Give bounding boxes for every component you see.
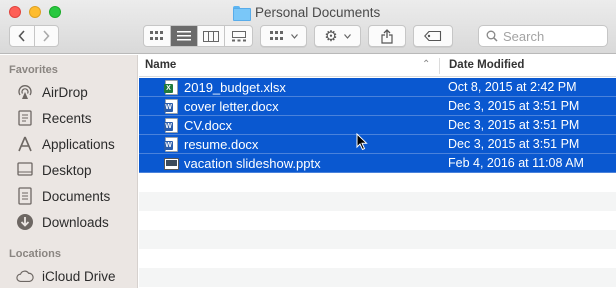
gear-icon: ⚙ bbox=[324, 27, 338, 45]
desktop-icon bbox=[16, 161, 34, 179]
chevron-right-icon bbox=[43, 30, 50, 42]
word-file-icon: W bbox=[164, 99, 178, 114]
chevron-down-icon bbox=[290, 33, 298, 39]
folder-icon bbox=[233, 5, 251, 21]
chevron-down-icon bbox=[343, 33, 351, 39]
column-view-button[interactable] bbox=[198, 26, 225, 46]
documents-icon bbox=[16, 187, 34, 205]
file-list: Name ⌃ Date Modified X 2019_budget.xlsx … bbox=[139, 55, 616, 288]
sidebar-item-icloud-drive[interactable]: iCloud Drive bbox=[16, 265, 116, 287]
column-header: Name ⌃ Date Modified bbox=[139, 55, 616, 77]
sidebar-item-desktop[interactable]: Desktop bbox=[16, 159, 92, 181]
action-menu-button[interactable]: ⚙ bbox=[314, 25, 361, 47]
sidebar-item-downloads[interactable]: Downloads bbox=[16, 211, 109, 233]
tag-icon bbox=[424, 31, 442, 41]
sidebar-item-label: Desktop bbox=[42, 162, 92, 178]
empty-row bbox=[139, 268, 616, 287]
file-row[interactable]: W CV.docx Dec 3, 2015 at 3:51 PM bbox=[139, 116, 616, 135]
sidebar-item-recents[interactable]: Recents bbox=[16, 107, 92, 129]
locations-heading: Locations bbox=[9, 248, 61, 260]
back-button[interactable] bbox=[10, 26, 35, 46]
share-button[interactable] bbox=[368, 25, 406, 47]
file-date: Feb 4, 2016 at 11:08 AM bbox=[448, 156, 584, 170]
name-column-header[interactable]: Name bbox=[145, 59, 176, 71]
file-rows: X 2019_budget.xlsx Oct 8, 2015 at 2:42 P… bbox=[139, 78, 616, 287]
downloads-icon bbox=[16, 213, 34, 231]
sidebar-item-label: AirDrop bbox=[42, 84, 88, 100]
column-view-icon bbox=[203, 30, 219, 42]
group-by-icon bbox=[269, 31, 283, 40]
icon-view-icon bbox=[150, 31, 163, 40]
file-name: 2019_budget.xlsx bbox=[184, 79, 286, 95]
tag-button[interactable] bbox=[413, 25, 453, 47]
zoom-window-button[interactable] bbox=[49, 6, 61, 18]
file-name: CV.docx bbox=[184, 117, 232, 133]
file-date: Oct 8, 2015 at 2:42 PM bbox=[448, 80, 577, 94]
toolbar: Personal Documents ⚙ bbox=[0, 0, 616, 54]
sidebar-item-label: Downloads bbox=[42, 214, 109, 230]
window-title: Personal Documents bbox=[233, 3, 380, 21]
forward-button[interactable] bbox=[35, 26, 59, 46]
file-row[interactable]: X 2019_budget.xlsx Oct 8, 2015 at 2:42 P… bbox=[139, 78, 616, 97]
file-row[interactable]: W cover letter.docx Dec 3, 2015 at 3:51 … bbox=[139, 97, 616, 116]
applications-icon bbox=[16, 135, 34, 153]
view-mode-group bbox=[143, 25, 253, 47]
sidebar-item-applications[interactable]: Applications bbox=[16, 133, 115, 155]
back-forward-group bbox=[9, 25, 59, 47]
sidebar-item-documents[interactable]: Documents bbox=[16, 185, 110, 207]
sort-chevron-icon: ⌃ bbox=[422, 59, 431, 70]
favorites-heading: Favorites bbox=[9, 64, 58, 76]
empty-row bbox=[139, 249, 616, 268]
recents-icon bbox=[16, 109, 34, 127]
file-date: Dec 3, 2015 at 3:51 PM bbox=[448, 99, 580, 113]
gallery-view-icon bbox=[231, 30, 246, 41]
file-date: Dec 3, 2015 at 3:51 PM bbox=[448, 118, 580, 132]
sidebar-item-airdrop[interactable]: AirDrop bbox=[16, 81, 88, 103]
empty-row bbox=[139, 211, 616, 230]
file-name: resume.docx bbox=[184, 136, 259, 152]
empty-row bbox=[139, 230, 616, 249]
mouse-pointer-icon bbox=[356, 133, 368, 151]
search-input[interactable] bbox=[503, 28, 598, 44]
file-name: vacation slideshow.pptx bbox=[184, 155, 321, 171]
word-file-icon: W bbox=[164, 118, 178, 133]
sidebar-item-label: Applications bbox=[42, 136, 115, 152]
sidebar-item-label: iCloud Drive bbox=[42, 268, 116, 284]
empty-row bbox=[139, 192, 616, 211]
share-icon bbox=[381, 28, 393, 44]
presentation-file-icon bbox=[164, 158, 179, 170]
close-window-button[interactable] bbox=[9, 6, 21, 18]
empty-row bbox=[139, 173, 616, 192]
minimize-window-button[interactable] bbox=[29, 6, 41, 18]
cloud-icon bbox=[16, 267, 34, 285]
sidebar-item-label: Recents bbox=[42, 110, 92, 126]
gallery-view-button[interactable] bbox=[225, 26, 252, 46]
window-title-text: Personal Documents bbox=[255, 4, 381, 20]
sidebar: Favorites AirDrop Recents Applications D… bbox=[0, 55, 138, 288]
date-column-header[interactable]: Date Modified bbox=[449, 59, 524, 71]
airdrop-icon bbox=[16, 83, 34, 101]
search-field[interactable] bbox=[478, 25, 608, 47]
excel-file-icon: X bbox=[164, 80, 178, 95]
chevron-left-icon bbox=[18, 30, 25, 42]
search-icon bbox=[486, 30, 498, 42]
file-row[interactable]: vacation slideshow.pptx Feb 4, 2016 at 1… bbox=[139, 154, 616, 173]
file-name: cover letter.docx bbox=[184, 98, 279, 114]
list-view-icon bbox=[177, 31, 191, 41]
icon-view-button[interactable] bbox=[144, 26, 171, 46]
file-date: Dec 3, 2015 at 3:51 PM bbox=[448, 137, 580, 151]
group-by-button[interactable] bbox=[260, 25, 307, 47]
word-file-icon: W bbox=[164, 137, 178, 152]
file-row[interactable]: W resume.docx Dec 3, 2015 at 3:51 PM bbox=[139, 135, 616, 154]
column-divider[interactable] bbox=[439, 58, 440, 74]
sidebar-item-label: Documents bbox=[42, 188, 111, 204]
list-view-button[interactable] bbox=[171, 26, 198, 46]
